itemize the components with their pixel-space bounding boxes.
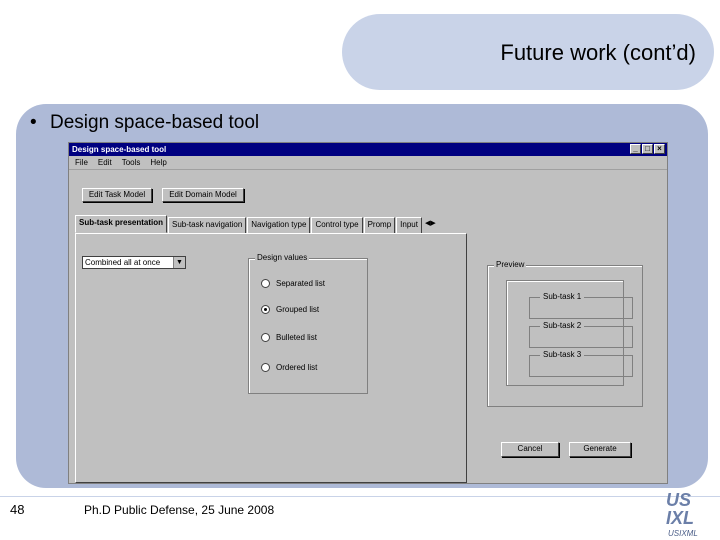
menu-help[interactable]: Help [150,156,166,169]
footer-text: Ph.D Public Defense, 25 June 2008 [84,503,275,517]
footer-divider [0,496,720,497]
edit-domain-model-button[interactable]: Edit Domain Model [162,188,244,202]
menu-bar: File Edit Tools Help [69,156,667,170]
option-label: Separated list [276,279,325,288]
tab-sub-task-presentation[interactable]: Sub-task presentation [75,215,168,233]
tab-sub-task-navigation[interactable]: Sub-task navigation [168,217,247,233]
svg-text:IXL: IXL [666,508,694,528]
tab-promp[interactable]: Promp [363,217,396,233]
tab-scroll-right-icon[interactable]: ▶ [430,217,435,233]
app-window: Design space-based tool _ □ × File Edit … [68,142,668,484]
edit-task-model-button[interactable]: Edit Task Model [82,188,152,202]
window-titlebar: Design space-based tool _ □ × [69,143,667,156]
bullet-text: Design space-based tool [50,112,260,133]
option-separated-list[interactable]: Separated list [261,279,325,288]
option-label: Grouped list [276,305,320,314]
cancel-button[interactable]: Cancel [501,442,559,457]
generate-button[interactable]: Generate [569,442,631,457]
preview-inner-box: Sub-task 1 Sub-task 2 Sub-task 3 [506,280,633,386]
tab-navigation-type[interactable]: Navigation type [247,217,311,233]
window-title: Design space-based tool [72,145,167,154]
preview-subtask-3: Sub-task 3 [529,350,633,377]
subtask-label: Sub-task 2 [540,321,585,330]
preview-group: Preview Sub-task 1 Sub-task 2 Sub-task 3 [487,260,643,407]
slide-title: Future work (cont’d) [500,40,696,65]
subtask-label: Sub-task 1 [540,292,585,301]
close-icon[interactable]: × [654,144,665,154]
menu-file[interactable]: File [75,156,88,169]
radio-icon[interactable] [261,333,270,342]
menu-tools[interactable]: Tools [122,156,141,169]
option-label: Bulleted list [276,333,317,342]
radio-icon[interactable] [261,363,270,372]
usixml-logo: US IXL USIXML [666,490,698,538]
tab-control-type[interactable]: Control type [311,217,363,233]
subtask-label: Sub-task 3 [540,350,585,359]
tab-input[interactable]: Input [396,217,422,233]
preview-label: Preview [494,260,527,269]
option-ordered-list[interactable]: Ordered list [261,363,317,372]
presentation-combo[interactable]: Combined all at once ▼ [82,256,186,269]
chevron-down-icon[interactable]: ▼ [173,257,185,268]
maximize-icon[interactable]: □ [642,144,653,154]
preview-subtask-1: Sub-task 1 [529,292,633,319]
radio-icon[interactable] [261,279,270,288]
tab-panel: Combined all at once ▼ Design values Sep… [75,233,467,483]
preview-subtask-2: Sub-task 2 [529,321,633,348]
svg-text:USIXML: USIXML [668,529,698,538]
window-controls: _ □ × [630,144,665,154]
bullet-dot: • [30,112,37,133]
title-box: Future work (cont’d) [342,14,714,90]
radio-checked-icon[interactable] [261,305,270,314]
page-number: 48 [10,502,25,517]
option-grouped-list[interactable]: Grouped list [261,305,319,314]
option-bulleted-list[interactable]: Bulleted list [261,333,317,342]
minimize-icon[interactable]: _ [630,144,641,154]
svg-text:US: US [666,490,691,510]
tab-strip: Sub-task presentation Sub-task navigatio… [75,215,436,233]
option-label: Ordered list [276,363,318,372]
combo-value: Combined all at once [85,258,161,267]
tab-scroll-arrows: ◀ ▶ [425,217,436,233]
bullet-item: • Design space-based tool [30,112,259,134]
menu-edit[interactable]: Edit [98,156,112,169]
design-values-group: Design values Separated list Grouped lis… [248,253,368,394]
design-values-label: Design values [255,253,310,262]
